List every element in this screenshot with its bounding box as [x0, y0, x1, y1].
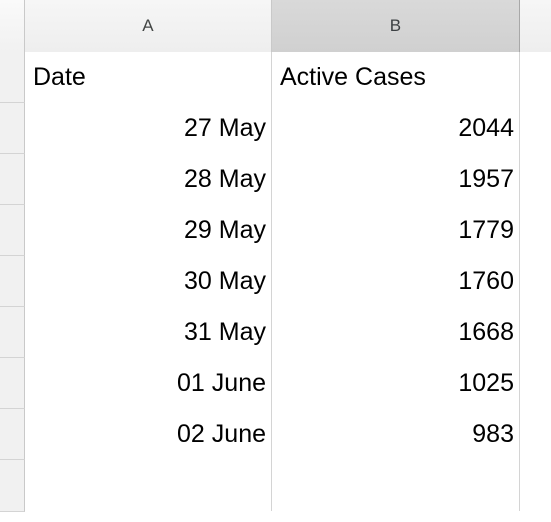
- cell-a7[interactable]: 01 June: [25, 358, 272, 409]
- cell-c3[interactable]: [520, 154, 551, 205]
- cell-c2[interactable]: [520, 103, 551, 154]
- row-header[interactable]: [0, 103, 25, 154]
- table-row: 02 June 983: [0, 409, 551, 460]
- column-header-row: A B: [0, 0, 551, 52]
- column-header-b[interactable]: B: [272, 0, 520, 52]
- cell-b8[interactable]: 983: [272, 409, 520, 460]
- table-row: 01 June 1025: [0, 358, 551, 409]
- cell-b7[interactable]: 1025: [272, 358, 520, 409]
- column-header-c[interactable]: [520, 0, 551, 52]
- row-header[interactable]: [0, 409, 25, 460]
- select-all-corner[interactable]: [0, 0, 25, 52]
- cell-c8[interactable]: [520, 409, 551, 460]
- cell-a2[interactable]: 27 May: [25, 103, 272, 154]
- cell-b1[interactable]: Active Cases: [272, 52, 520, 103]
- column-header-a[interactable]: A: [25, 0, 272, 52]
- cell-a5[interactable]: 30 May: [25, 256, 272, 307]
- row-header[interactable]: [0, 460, 25, 512]
- spreadsheet-grid: A B Date Active Cases 27 May 2044 28 May…: [0, 0, 551, 522]
- table-row: Date Active Cases: [0, 52, 551, 103]
- cell-c6[interactable]: [520, 307, 551, 358]
- row-header[interactable]: [0, 307, 25, 358]
- cell-a4[interactable]: 29 May: [25, 205, 272, 256]
- table-row: 30 May 1760: [0, 256, 551, 307]
- row-header[interactable]: [0, 358, 25, 409]
- cell-a1[interactable]: Date: [25, 52, 272, 103]
- cell-b5[interactable]: 1760: [272, 256, 520, 307]
- cell-b4[interactable]: 1779: [272, 205, 520, 256]
- table-row: 29 May 1779: [0, 205, 551, 256]
- cell-c4[interactable]: [520, 205, 551, 256]
- cell-c9[interactable]: [520, 460, 551, 511]
- table-row: 31 May 1668: [0, 307, 551, 358]
- row-header[interactable]: [0, 154, 25, 205]
- table-row: [0, 460, 551, 512]
- cell-a9[interactable]: [25, 460, 272, 511]
- cell-a8[interactable]: 02 June: [25, 409, 272, 460]
- row-header[interactable]: [0, 256, 25, 307]
- row-header[interactable]: [0, 205, 25, 256]
- cell-b2[interactable]: 2044: [272, 103, 520, 154]
- cell-c7[interactable]: [520, 358, 551, 409]
- table-row: 27 May 2044: [0, 103, 551, 154]
- row-header[interactable]: [0, 52, 25, 103]
- cell-b3[interactable]: 1957: [272, 154, 520, 205]
- cell-b6[interactable]: 1668: [272, 307, 520, 358]
- cell-c1[interactable]: [520, 52, 551, 103]
- table-row: 28 May 1957: [0, 154, 551, 205]
- cell-b9[interactable]: [272, 460, 520, 511]
- grid-body: Date Active Cases 27 May 2044 28 May 195…: [0, 52, 551, 522]
- cell-c5[interactable]: [520, 256, 551, 307]
- cell-a3[interactable]: 28 May: [25, 154, 272, 205]
- cell-a6[interactable]: 31 May: [25, 307, 272, 358]
